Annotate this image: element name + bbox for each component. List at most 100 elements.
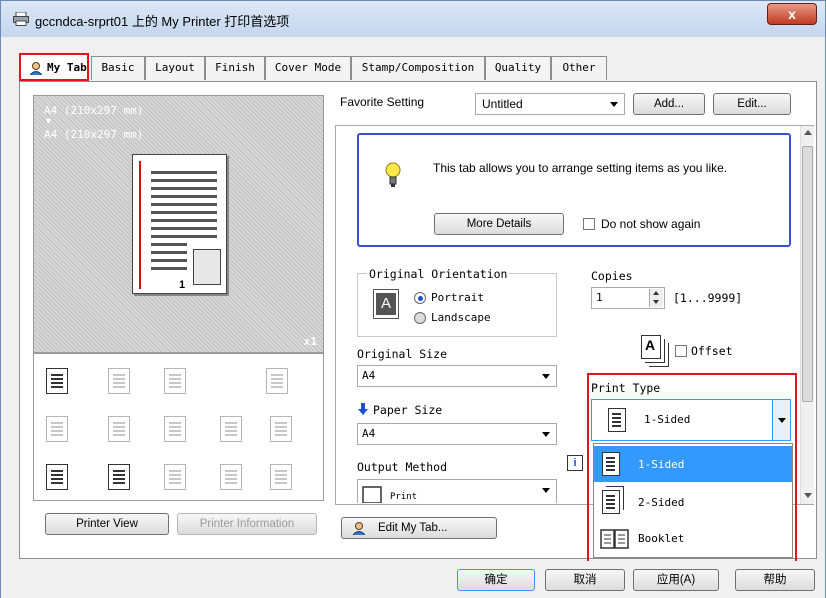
help-button[interactable]: 帮助 <box>735 569 815 591</box>
arrow-down-icon: ▼ <box>44 116 53 126</box>
offset-glyph: A <box>645 337 656 353</box>
function-icon-panel <box>33 353 324 501</box>
text-line <box>151 243 187 246</box>
increment-icon[interactable] <box>653 291 659 295</box>
overlay-icon[interactable] <box>270 416 292 442</box>
output-method-select[interactable]: Print <box>357 479 557 503</box>
tab-label: Cover Mode <box>274 61 342 74</box>
original-size-value: A4 <box>362 369 376 382</box>
original-size-select[interactable]: A4 <box>357 365 557 387</box>
single-page-icon[interactable] <box>46 464 68 490</box>
tab-other[interactable]: Other <box>551 56 607 80</box>
tab-stamp-composition[interactable]: Stamp/Composition <box>351 56 485 80</box>
copies-stepper[interactable] <box>649 289 663 307</box>
tab-basic[interactable]: Basic <box>91 56 145 80</box>
text-line <box>151 171 217 174</box>
tab-cover-mode[interactable]: Cover Mode <box>265 56 351 80</box>
offset-stack-icon: A <box>641 335 661 359</box>
vertical-scrollbar[interactable] <box>800 126 814 504</box>
layout-icon[interactable] <box>108 368 130 394</box>
info-icon[interactable]: i <box>567 455 583 471</box>
paper-size-output: A4 (210x297 mm) <box>44 128 144 141</box>
chevron-down-icon <box>610 102 618 107</box>
tab-label: Other <box>562 61 596 74</box>
copies-input[interactable]: 1 <box>591 287 665 309</box>
edit-my-tab-button[interactable]: Edit My Tab... <box>341 517 497 539</box>
portrait-radio[interactable] <box>414 292 426 304</box>
printer-information-button[interactable]: Printer Information <box>177 513 317 535</box>
combine-icon[interactable] <box>164 368 186 394</box>
paper-source-icon[interactable] <box>46 368 68 394</box>
decrement-icon[interactable] <box>653 300 659 304</box>
info-glyph: i <box>573 457 577 469</box>
apply-button[interactable]: 应用(A) <box>633 569 719 591</box>
rotate-icon[interactable] <box>266 368 288 394</box>
do-not-show-label: Do not show again <box>601 217 701 231</box>
close-icon: x <box>788 6 796 22</box>
text-line <box>151 187 217 190</box>
scroll-down-icon[interactable] <box>804 493 812 498</box>
do-not-show-checkbox[interactable] <box>583 218 595 230</box>
ok-button[interactable]: 确定 <box>457 569 535 591</box>
printer-preferences-window: gccndca-srprt01 上的 My Printer 打印首选项 x My… <box>0 0 826 598</box>
tab-label: Stamp/Composition <box>361 61 475 74</box>
tab-layout[interactable]: Layout <box>145 56 205 80</box>
text-line <box>151 211 217 214</box>
add-button[interactable]: Add... <box>633 93 705 115</box>
list-icon[interactable] <box>270 464 292 490</box>
preview-page: 1 <box>132 154 227 294</box>
favorite-setting-value: Untitled <box>482 97 523 111</box>
paper-size-select[interactable]: A4 <box>357 423 557 445</box>
stamp-icon[interactable] <box>220 416 242 442</box>
page-number: 1 <box>179 279 186 291</box>
title-bar: gccndca-srprt01 上的 My Printer 打印首选项 x <box>1 1 825 37</box>
copies-range: [1...9999] <box>673 291 743 305</box>
scroll-thumb[interactable] <box>802 146 813 402</box>
orientation-label: Original Orientation <box>367 267 510 281</box>
copies-value: 1 <box>596 291 603 304</box>
chevron-down-icon <box>542 432 550 437</box>
text-line <box>151 195 217 198</box>
more-details-button[interactable]: More Details <box>434 213 564 235</box>
text-line <box>151 203 217 206</box>
page-margin-marker <box>139 161 141 289</box>
orientation-preview-icon: A <box>373 289 399 319</box>
tab-my-tab[interactable]: My Tab <box>19 53 89 81</box>
printer-icon <box>13 12 29 26</box>
output-method-label: Output Method <box>357 460 448 474</box>
cancel-button[interactable]: 取消 <box>545 569 625 591</box>
landscape-label: Landscape <box>431 311 491 324</box>
user-auth-icon[interactable] <box>108 464 130 490</box>
text-line <box>151 179 217 182</box>
close-button[interactable]: x <box>767 3 817 25</box>
tab-label: Finish <box>215 61 255 74</box>
duplex-icon[interactable] <box>46 416 68 442</box>
account-icon[interactable] <box>164 464 186 490</box>
schedule-icon[interactable] <box>220 464 242 490</box>
text-line <box>151 251 187 254</box>
tab-label: Basic <box>101 61 135 74</box>
text-line <box>151 267 187 270</box>
tab-quality[interactable]: Quality <box>485 56 551 80</box>
text-orientation-icon[interactable] <box>164 416 186 442</box>
scroll-up-icon[interactable] <box>804 130 812 135</box>
text-line <box>151 227 217 230</box>
user-icon <box>29 62 43 75</box>
info-text: This tab allows you to arrange setting i… <box>433 161 728 175</box>
tab-label: Layout <box>155 61 195 74</box>
tab-finish[interactable]: Finish <box>205 56 265 80</box>
booklet-icon[interactable] <box>108 416 130 442</box>
orientation-glyph: A <box>376 293 396 315</box>
lightbulb-icon <box>385 162 401 187</box>
edit-button[interactable]: Edit... <box>713 93 791 115</box>
offset-label: Offset <box>691 344 733 358</box>
offset-checkbox[interactable] <box>675 345 687 357</box>
printer-view-button[interactable]: Printer View <box>45 513 169 535</box>
favorite-setting-select[interactable]: Untitled <box>475 93 625 115</box>
landscape-radio[interactable] <box>414 312 426 324</box>
output-method-value: Print <box>390 492 418 502</box>
text-line <box>151 235 217 238</box>
edit-my-tab-label: Edit My Tab... <box>378 522 448 534</box>
user-icon <box>352 522 366 535</box>
arrow-down-icon <box>358 403 368 415</box>
